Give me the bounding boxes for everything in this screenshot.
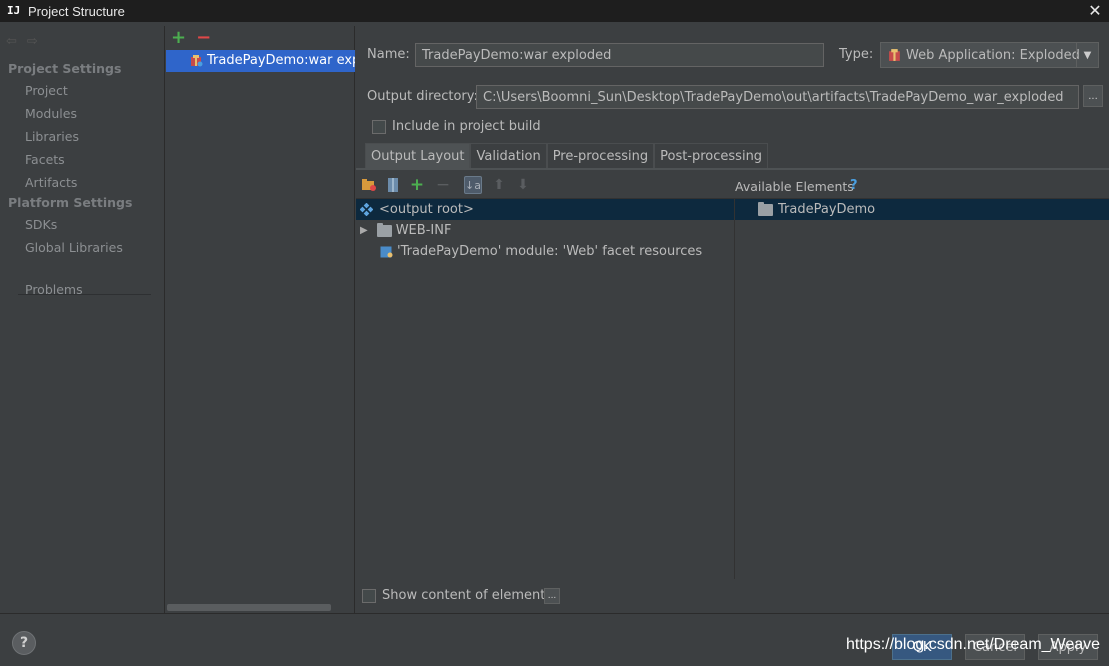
artifacts-toolbar: + − <box>171 29 211 47</box>
chevron-down-icon[interactable]: ▼ <box>1076 43 1098 67</box>
web-exploded-icon <box>889 49 900 61</box>
artifacts-horizontal-scrollbar[interactable] <box>167 604 331 611</box>
apply-button[interactable]: Apply <box>1038 634 1098 660</box>
sidebar-item-global-libraries[interactable]: Global Libraries <box>25 240 123 255</box>
sidebar-item-facets[interactable]: Facets <box>25 152 65 167</box>
artifact-item[interactable]: TradePayDemo:war exploded <box>166 50 355 72</box>
tree-row-web-inf[interactable]: ▶ WEB-INF <box>356 220 734 241</box>
layout-splitter[interactable] <box>734 199 735 579</box>
sidebar-item-libraries[interactable]: Libraries <box>25 129 79 144</box>
new-directory-icon[interactable] <box>360 176 378 194</box>
output-directory-label: Output directory: <box>367 89 478 104</box>
dialog-footer: ? OK Cancel Apply https://blog.csdn.net/… <box>0 613 1109 666</box>
nav-arrows: ⇦ ⇨ <box>6 34 38 49</box>
close-icon[interactable]: ✕ <box>1085 0 1105 22</box>
include-in-build-checkbox[interactable] <box>372 120 386 134</box>
name-label: Name: <box>367 47 410 62</box>
tab-validation[interactable]: Validation <box>470 143 547 168</box>
move-down-icon[interactable]: ⬇ <box>514 176 532 194</box>
help-icon[interactable]: ? <box>12 631 36 655</box>
tab-output-layout[interactable]: Output Layout <box>365 143 471 168</box>
sidebar-item-modules[interactable]: Modules <box>25 106 77 121</box>
sidebar-item-artifacts[interactable]: Artifacts <box>25 175 77 190</box>
intellij-logo-icon: IJ <box>7 4 21 17</box>
project-settings-header: Project Settings <box>8 61 122 76</box>
tab-bar: Output Layout Validation Pre-processing … <box>365 143 769 168</box>
output-root-icon <box>360 203 373 216</box>
available-row-module[interactable]: TradePayDemo <box>735 199 1109 220</box>
platform-settings-header: Platform Settings <box>8 195 133 210</box>
show-content-options-button[interactable]: ... <box>544 588 560 604</box>
type-label: Type: <box>839 47 874 62</box>
module-folder-icon <box>758 201 773 216</box>
tab-underline <box>356 168 1109 170</box>
artifacts-panel: + − TradePayDemo:war exploded <box>166 26 355 613</box>
tab-post-processing[interactable]: Post-processing <box>654 143 769 168</box>
window-title: Project Structure <box>28 3 125 19</box>
name-field-value: TradePayDemo:war exploded <box>422 47 612 63</box>
tab-pre-processing[interactable]: Pre-processing <box>546 143 655 168</box>
tree-row-facet-resources-label: 'TradePayDemo' module: 'Web' facet resou… <box>397 244 703 259</box>
remove-element-icon[interactable]: − <box>434 175 452 195</box>
output-layout-toolbar: + − ↓a ⬆ ⬇ Available Elements ? <box>356 171 1109 199</box>
forward-arrow-icon[interactable]: ⇨ <box>27 34 38 49</box>
back-arrow-icon[interactable]: ⇦ <box>6 34 17 49</box>
add-artifact-icon[interactable]: + <box>171 29 186 47</box>
sidebar-item-sdks[interactable]: SDKs <box>25 217 57 232</box>
output-directory-field[interactable]: C:\Users\Boomni_Sun\Desktop\TradePayDemo… <box>476 85 1079 109</box>
tree-row-web-inf-label: WEB-INF <box>395 223 452 238</box>
sidebar-item-problems[interactable]: Problems <box>25 282 83 297</box>
tree-row-output-root[interactable]: <output root> <box>356 199 734 220</box>
expand-arrow-icon[interactable]: ▶ <box>360 225 368 236</box>
ok-button[interactable]: OK <box>892 634 952 660</box>
show-content-checkbox[interactable] <box>362 589 376 603</box>
web-facet-icon <box>380 246 393 258</box>
artifact-editor: Name: TradePayDemo:war exploded Type: We… <box>356 26 1109 613</box>
type-dropdown-value: Web Application: Exploded <box>906 47 1080 63</box>
tree-row-output-root-label: <output root> <box>379 202 474 217</box>
available-elements-label: Available Elements <box>735 179 854 194</box>
show-content-label: Show content of elements <box>382 588 553 603</box>
artifact-item-label: TradePayDemo:war exploded <box>207 53 355 68</box>
add-copy-of-icon[interactable]: + <box>408 175 426 195</box>
include-in-build-label: Include in project build <box>392 119 541 134</box>
remove-artifact-icon[interactable]: − <box>196 29 211 47</box>
sidebar: ⇦ ⇨ Project Settings Project Modules Lib… <box>0 26 165 613</box>
move-up-icon[interactable]: ⬆ <box>490 176 508 194</box>
available-row-module-label: TradePayDemo <box>778 202 876 217</box>
type-dropdown[interactable]: Web Application: Exploded ▼ <box>880 42 1099 68</box>
tree-row-facet-resources[interactable]: 'TradePayDemo' module: 'Web' facet resou… <box>356 241 734 262</box>
output-directory-value: C:\Users\Boomni_Sun\Desktop\TradePayDemo… <box>483 89 1064 105</box>
cancel-button[interactable]: Cancel <box>965 634 1025 660</box>
sidebar-item-project[interactable]: Project <box>25 83 68 98</box>
browse-output-directory-button[interactable]: ... <box>1083 85 1103 107</box>
war-artifact-icon <box>191 55 203 67</box>
available-elements-help-icon[interactable]: ? <box>850 178 858 193</box>
title-bar: IJ Project Structure ✕ <box>0 0 1109 22</box>
create-archive-icon[interactable] <box>384 176 402 194</box>
folder-icon <box>376 222 392 237</box>
name-field[interactable]: TradePayDemo:war exploded <box>415 43 824 67</box>
sort-elements-icon[interactable]: ↓a <box>464 176 482 194</box>
